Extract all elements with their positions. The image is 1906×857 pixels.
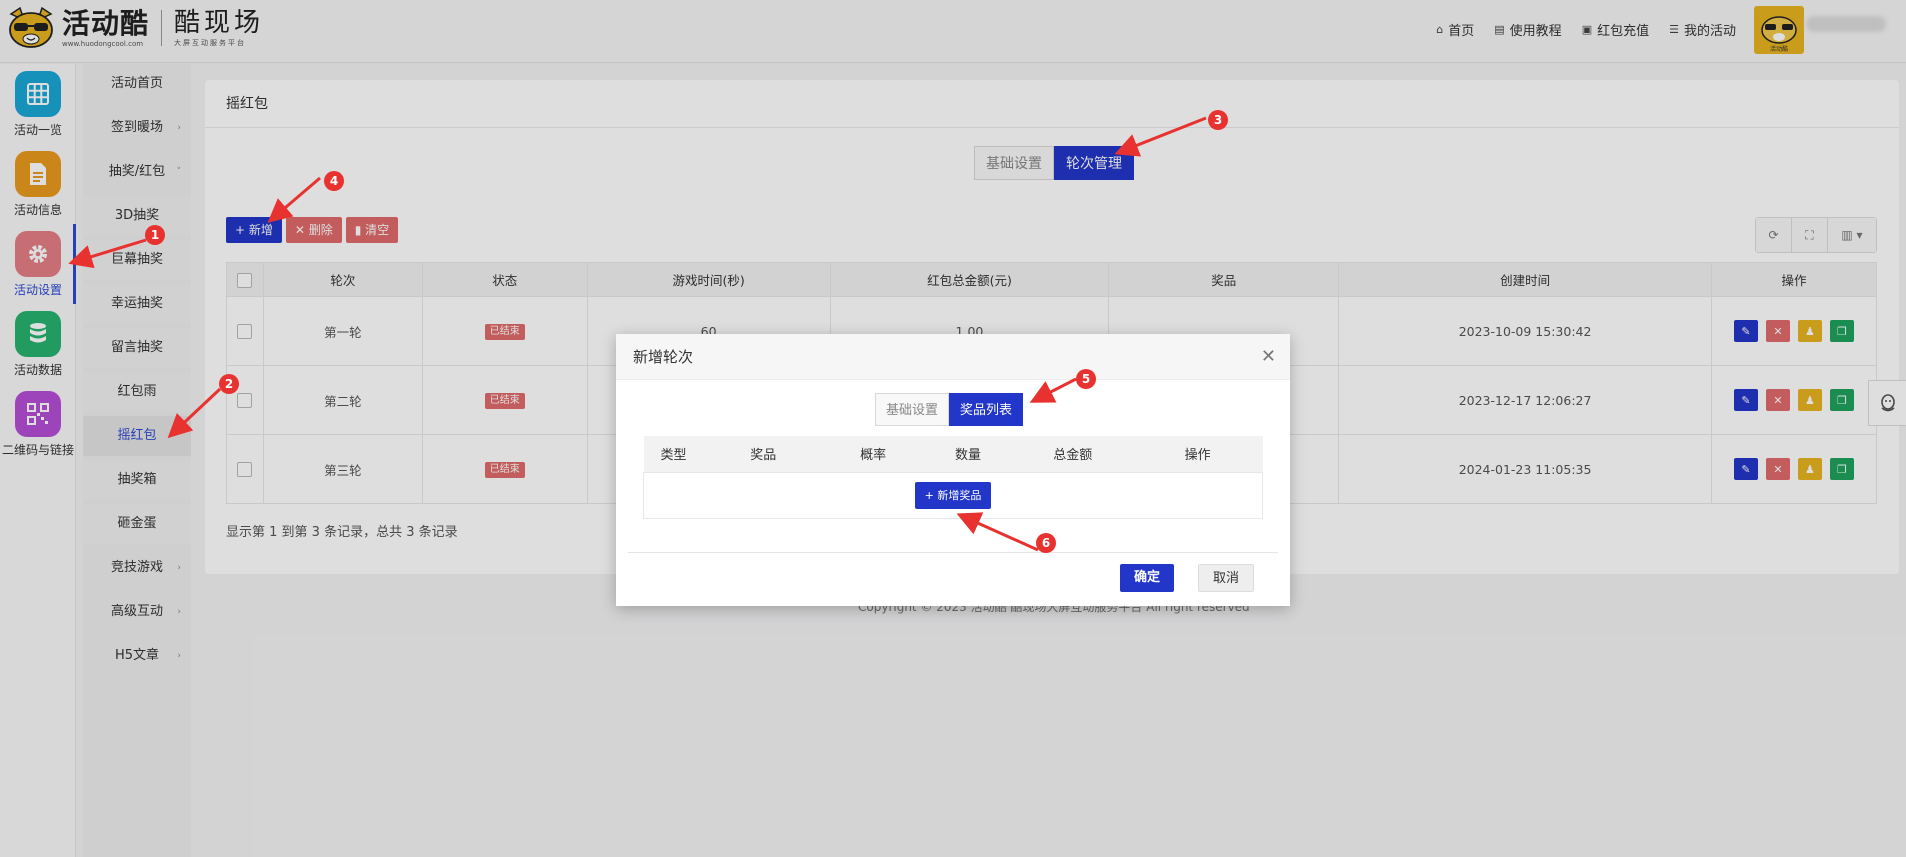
dialog-tabs: 基础设置 奖品列表: [875, 393, 1024, 426]
close-icon[interactable]: ✕: [1261, 334, 1276, 380]
column-header: 数量: [923, 436, 1013, 473]
column-header: 类型: [643, 436, 704, 473]
annotation-number: 6: [1036, 533, 1056, 553]
tab-prize-list[interactable]: 奖品列表: [949, 393, 1024, 426]
confirm-button[interactable]: 确定: [1120, 564, 1175, 592]
tab-basic-settings[interactable]: 基础设置: [875, 393, 950, 426]
column-header: 总金额: [1012, 436, 1133, 473]
annotation-number: 2: [219, 374, 239, 394]
column-header: 奖品: [703, 436, 824, 473]
add-round-dialog: 新增轮次 ✕ 基础设置 奖品列表 类型 奖品 概率 数量 总金额 操作 + 新增…: [616, 334, 1290, 606]
dialog-title: 新增轮次: [633, 348, 694, 366]
dialog-divider: [628, 552, 1278, 553]
annotation-number: 5: [1076, 369, 1096, 389]
cancel-button[interactable]: 取消: [1198, 564, 1255, 592]
dialog-header: 新增轮次 ✕: [616, 334, 1290, 380]
table-row: + 新增奖品: [643, 471, 1263, 519]
annotation-number: 1: [145, 225, 165, 245]
add-prize-button[interactable]: + 新增奖品: [914, 481, 992, 509]
annotation-number: 3: [1208, 110, 1228, 130]
annotation-number: 4: [324, 171, 344, 191]
column-header: 操作: [1132, 436, 1263, 473]
column-header: 概率: [823, 436, 924, 473]
prize-table: 类型 奖品 概率 数量 总金额 操作 + 新增奖品: [643, 436, 1263, 519]
